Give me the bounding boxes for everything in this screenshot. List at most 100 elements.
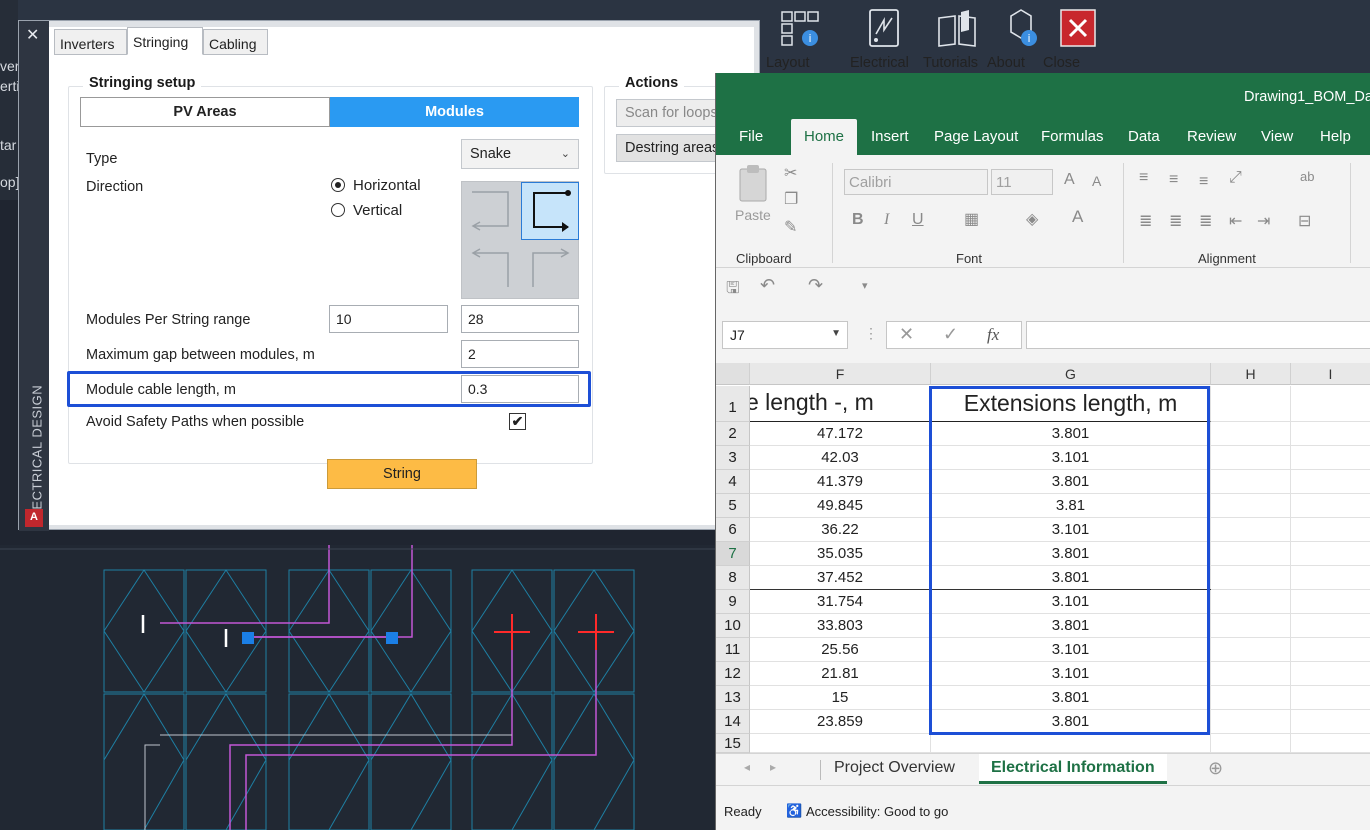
cell-f15[interactable]	[750, 734, 931, 753]
avoid-safety-checkbox[interactable]: ✔	[509, 413, 526, 430]
align-middle-icon[interactable]: ≡	[1169, 171, 1178, 189]
tutorials-button[interactable]: Tutorials	[923, 8, 991, 76]
sheet-tab-project-overview[interactable]: Project Overview	[822, 754, 967, 784]
module-cable-input[interactable]: 0.3	[461, 375, 579, 403]
align-center-icon[interactable]: ≣	[1169, 211, 1182, 231]
radio-vertical[interactable]: Vertical	[331, 202, 402, 219]
decrease-indent-icon[interactable]: ⇤	[1229, 211, 1242, 231]
italic-button[interactable]: I	[884, 211, 889, 229]
column-header-g[interactable]: G	[931, 363, 1211, 385]
column-header-h[interactable]: H	[1211, 363, 1291, 385]
cell-i6[interactable]	[1291, 518, 1370, 542]
font-name-combo[interactable]: Calibri	[844, 169, 988, 195]
accessibility-icon[interactable]: ♿	[786, 803, 802, 819]
menu-view[interactable]: View	[1261, 128, 1293, 145]
menu-insert[interactable]: Insert	[871, 128, 909, 145]
electrical-button[interactable]: Electrical	[850, 8, 918, 76]
menu-file[interactable]: File	[739, 128, 763, 145]
cell-i1[interactable]	[1291, 386, 1370, 422]
max-gap-input[interactable]: 2	[461, 340, 579, 368]
orientation-icon[interactable]: ⤢	[1229, 169, 1242, 187]
copy-icon[interactable]: ❐	[784, 189, 798, 209]
row-header[interactable]: 9	[716, 590, 750, 614]
shrink-font-icon[interactable]: A	[1092, 173, 1101, 189]
cell-f14[interactable]: 23.859	[750, 710, 931, 734]
scroll-left-icon[interactable]: ◂	[744, 760, 750, 774]
undo-icon[interactable]: ↶	[760, 275, 775, 296]
cell-f9[interactable]: 31.754	[750, 590, 931, 614]
align-left-icon[interactable]: ≣	[1139, 211, 1152, 231]
cell-f7[interactable]: 35.035	[750, 542, 931, 566]
cell-f2[interactable]: 47.172	[750, 422, 931, 446]
row-header[interactable]: 8	[716, 566, 750, 590]
row-header[interactable]: 6	[716, 518, 750, 542]
grow-font-icon[interactable]: A	[1064, 171, 1075, 189]
cell-i13[interactable]	[1291, 686, 1370, 710]
row-header[interactable]: 5	[716, 494, 750, 518]
cell-i5[interactable]	[1291, 494, 1370, 518]
cell-i8[interactable]	[1291, 566, 1370, 590]
cell-h13[interactable]	[1211, 686, 1291, 710]
cell-h14[interactable]	[1211, 710, 1291, 734]
pattern-left-up[interactable]	[462, 241, 520, 299]
insert-function-icon[interactable]: fx	[987, 325, 999, 345]
cell-f1[interactable]: e length -, m	[750, 386, 931, 422]
cell-f11[interactable]: 25.56	[750, 638, 931, 662]
row-header[interactable]: 4	[716, 470, 750, 494]
row-header[interactable]: 15	[716, 734, 750, 753]
cell-f8[interactable]: 37.452	[750, 566, 931, 590]
cell-h2[interactable]	[1211, 422, 1291, 446]
cell-f5[interactable]: 49.845	[750, 494, 931, 518]
borders-icon[interactable]: ▦	[964, 209, 979, 229]
font-size-combo[interactable]: 11	[991, 169, 1053, 195]
layout-button[interactable]: i Layout	[766, 8, 834, 76]
bold-button[interactable]: B	[852, 211, 864, 229]
select-all-corner[interactable]	[716, 363, 750, 385]
segment-modules[interactable]: Modules	[330, 97, 579, 127]
cell-h8[interactable]	[1211, 566, 1291, 590]
wrap-text-icon[interactable]: ab	[1300, 169, 1314, 184]
cell-f6[interactable]: 36.22	[750, 518, 931, 542]
column-header-f[interactable]: F	[750, 363, 931, 385]
cell-h1[interactable]	[1211, 386, 1291, 422]
type-select[interactable]: Snake ⌄	[461, 139, 579, 169]
menu-home[interactable]: Home	[791, 119, 858, 155]
cell-i12[interactable]	[1291, 662, 1370, 686]
pattern-right-down-selected[interactable]	[521, 182, 579, 240]
spreadsheet-grid[interactable]: F G H I 1e length -, m Extensions length,…	[716, 363, 1370, 753]
tab-cabling[interactable]: Cabling	[203, 29, 268, 55]
tab-stringing[interactable]: Stringing	[127, 27, 203, 55]
formula-input[interactable]	[1026, 321, 1370, 349]
cell-i9[interactable]	[1291, 590, 1370, 614]
cell-i7[interactable]	[1291, 542, 1370, 566]
underline-button[interactable]: U	[912, 211, 924, 229]
cell-h5[interactable]	[1211, 494, 1291, 518]
menu-page-layout[interactable]: Page Layout	[934, 128, 1018, 145]
status-accessibility[interactable]: Accessibility: Good to go	[806, 804, 948, 819]
row-header[interactable]: 3	[716, 446, 750, 470]
cell-h4[interactable]	[1211, 470, 1291, 494]
customize-qat-icon[interactable]: ▾	[862, 279, 868, 292]
redo-icon[interactable]: ↷	[808, 275, 823, 296]
segment-pv-areas[interactable]: PV Areas	[80, 97, 330, 127]
name-box[interactable]: J7 ▼	[722, 321, 848, 349]
font-color-icon[interactable]: A	[1072, 207, 1083, 227]
row-header[interactable]: 11	[716, 638, 750, 662]
menu-formulas[interactable]: Formulas	[1041, 128, 1104, 145]
cell-i10[interactable]	[1291, 614, 1370, 638]
save-icon[interactable]: 🖫	[726, 277, 740, 304]
align-bottom-icon[interactable]: ≡	[1199, 173, 1208, 191]
pattern-left-down[interactable]	[462, 182, 520, 240]
modules-per-string-max-input[interactable]: 28	[461, 305, 579, 333]
palette-close-icon[interactable]: ✕	[26, 25, 39, 45]
row-header[interactable]: 2	[716, 422, 750, 446]
cell-h15[interactable]	[1211, 734, 1291, 753]
cell-f12[interactable]: 21.81	[750, 662, 931, 686]
menu-data[interactable]: Data	[1128, 128, 1160, 145]
format-painter-icon[interactable]: ✎	[784, 217, 797, 237]
fill-color-icon[interactable]: ◈	[1026, 209, 1038, 229]
row-header[interactable]: 10	[716, 614, 750, 638]
align-right-icon[interactable]: ≣	[1199, 211, 1212, 231]
cell-f4[interactable]: 41.379	[750, 470, 931, 494]
cell-h12[interactable]	[1211, 662, 1291, 686]
